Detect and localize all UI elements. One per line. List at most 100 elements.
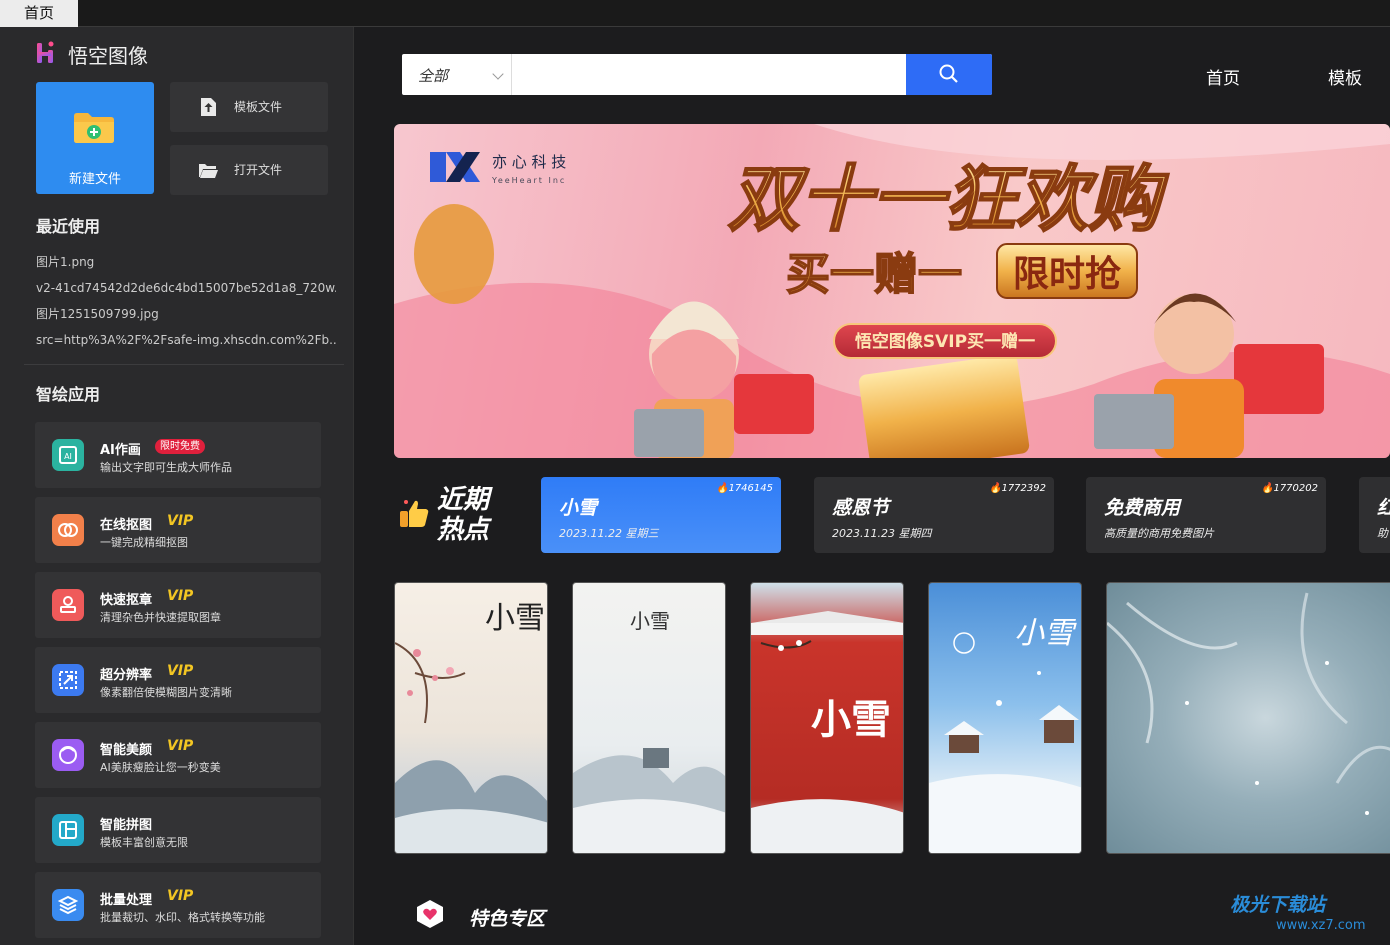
vip-badge: VIP: [167, 738, 194, 754]
app-desc: AI美肤瘦脸让您一秒变美: [100, 761, 221, 774]
upload-file-icon: [201, 98, 216, 116]
hot-card-count: 🔥1772392: [989, 483, 1046, 494]
recent-file-item[interactable]: 图片1.png: [36, 253, 336, 279]
banner-ribbon-text: 悟空图像SVIP买一赠一: [855, 331, 1035, 352]
poster-artwork: 小雪: [573, 609, 725, 853]
stamp-icon: [52, 589, 84, 621]
poster-title: 小雪: [811, 696, 891, 743]
poster-artwork: 小雪: [395, 601, 547, 853]
collage-icon: [52, 814, 84, 846]
poster-title: 小雪: [630, 609, 670, 633]
search-bar: 全部: [402, 54, 992, 95]
hot-card-count-value: 1772392: [1001, 483, 1046, 494]
folder-add-icon: [74, 113, 114, 143]
poster-title: 小雪: [485, 601, 545, 636]
hot-card-count-value: 1746145: [728, 483, 773, 494]
app-stamp-extract[interactable]: 快速抠章 VIP 清理杂色并快速提取图章: [35, 572, 321, 638]
sidebar-divider: [24, 364, 344, 365]
flame-icon: 🔥: [1261, 483, 1274, 494]
apps-title: 智绘应用: [36, 385, 101, 404]
hot-card-name: 感恩节: [832, 497, 890, 519]
app-desc: 批量裁切、水印、格式转换等功能: [100, 911, 265, 924]
banner-sub-right: 限时抢: [1013, 253, 1122, 295]
template-file-button[interactable]: 模板文件: [170, 82, 328, 132]
banner-headline: 双十一狂欢购: [728, 157, 1169, 241]
app-logo-icon: [37, 41, 54, 63]
recent-file-item[interactable]: src=http%3A%2F%2Fsafe-img.xhscdn.com%2Fb…: [36, 331, 336, 357]
poster-card[interactable]: [1106, 582, 1390, 854]
recent-title: 最近使用: [36, 217, 101, 236]
free-badge: 限时免费: [155, 439, 205, 454]
poster-card[interactable]: 小雪: [394, 582, 548, 854]
hot-title: 近期 热点: [437, 485, 489, 545]
hot-card[interactable]: 红 助: [1359, 477, 1390, 553]
nav-home[interactable]: 首页: [1206, 64, 1240, 89]
nav-template[interactable]: 模板: [1328, 64, 1362, 89]
hot-card[interactable]: 感恩节 2023.11.23 星期四 🔥1772392: [814, 477, 1054, 553]
hot-title-line1: 近期: [437, 485, 490, 515]
sidebar: 悟空图像 新建文件 模板文件 打开文件 最近使用 图片1.png v2-41cd…: [0, 27, 354, 945]
app-desc: 像素翻倍使模糊图片变清晰: [100, 686, 232, 699]
app-desc: 清理杂色并快速提取图章: [100, 611, 221, 624]
flame-icon: 🔥: [989, 483, 1002, 494]
app-name: 在线抠图: [100, 518, 153, 533]
hot-card-date: 2023.11.23 星期四: [832, 527, 932, 540]
recent-file-item[interactable]: v2-41cd74542d2de6dc4bd15007be52d1a8_720w…: [36, 279, 336, 305]
vip-badge: VIP: [167, 513, 194, 529]
search-icon: [939, 64, 958, 83]
search-button[interactable]: [906, 54, 992, 95]
app-batch-process[interactable]: 批量处理 VIP 批量裁切、水印、格式转换等功能: [35, 872, 321, 938]
chevron-down-icon: [492, 68, 504, 80]
banner-artwork: 亦 心 科 技 YeeHeart Inc 双十一狂欢购 买一赠一 限时抢 悟空图…: [394, 124, 1390, 458]
svg-text:AI: AI: [64, 452, 72, 461]
app-name: 批量处理: [100, 893, 153, 908]
search-input[interactable]: [513, 54, 906, 95]
hot-card-count-value: 1770202: [1273, 483, 1318, 494]
poster-card[interactable]: 小雪: [572, 582, 726, 854]
hot-card[interactable]: 免费商用 高质量的商用免费图片 🔥1770202: [1086, 477, 1326, 553]
poster-card[interactable]: 小雪: [750, 582, 904, 854]
poster-card[interactable]: 小雪: [928, 582, 1082, 854]
app-smart-collage[interactable]: 智能拼图 模板丰富创意无限: [35, 797, 321, 863]
app-name: 快速抠章: [100, 593, 153, 608]
hot-card-date: 2023.11.22 星期三: [559, 527, 659, 540]
app-title: 悟空图像: [68, 44, 148, 68]
banner-sub-left: 买一赠一: [786, 249, 962, 300]
thumbs-up-icon: [400, 500, 429, 527]
open-file-button[interactable]: 打开文件: [170, 145, 328, 195]
banner-brand-cn: 亦 心 科 技: [492, 153, 566, 171]
search-scope-select[interactable]: 全部: [402, 54, 512, 95]
new-file-button[interactable]: 新建文件: [36, 82, 154, 194]
hot-card-name: 小雪: [559, 497, 598, 519]
banner-brand-en: YeeHeart Inc: [491, 176, 566, 185]
ai-paint-icon: AI: [52, 439, 84, 471]
app-ai-paint[interactable]: AI AI作画 限时免费 输出文字即可生成大师作品: [35, 422, 321, 488]
tab-bar: 首页: [0, 0, 1390, 27]
folder-open-icon: [199, 164, 218, 178]
recent-list: 图片1.png v2-41cd74542d2de6dc4bd15007be52d…: [36, 253, 336, 357]
vip-badge: VIP: [167, 888, 194, 904]
vip-badge: VIP: [167, 588, 194, 604]
feature-section-title: 特色专区: [469, 908, 546, 930]
app-online-cutout[interactable]: 在线抠图 VIP 一键完成精细抠图: [35, 497, 321, 563]
app-super-resolution[interactable]: 超分辨率 VIP 像素翻倍使模糊图片变清晰: [35, 647, 321, 713]
tab-home[interactable]: 首页: [0, 0, 78, 27]
hot-card-count: 🔥1770202: [1261, 483, 1318, 494]
promo-banner[interactable]: 亦 心 科 技 YeeHeart Inc 双十一狂欢购 买一赠一 限时抢 悟空图…: [394, 124, 1390, 458]
heart-badge-icon: [417, 900, 443, 928]
recent-file-item[interactable]: 图片1251509799.jpg: [36, 305, 336, 331]
app-smart-beauty[interactable]: 智能美颜 VIP AI美肤瘦脸让您一秒变美: [35, 722, 321, 788]
hot-card-date: 助: [1377, 527, 1388, 540]
poster-artwork: 小雪: [929, 616, 1081, 853]
app-name: AI作画: [100, 443, 141, 458]
beauty-icon: [52, 739, 84, 771]
cutout-icon: [52, 514, 84, 546]
batch-icon: [52, 889, 84, 921]
app-name: 超分辨率: [100, 668, 153, 683]
super-resolution-icon: [52, 664, 84, 696]
hot-card-date: 高质量的商用免费图片: [1104, 527, 1214, 540]
watermark-url: www.xz7.com: [1276, 918, 1366, 933]
new-file-label: 新建文件: [68, 172, 121, 187]
hot-card[interactable]: 小雪 2023.11.22 星期三 🔥1746145: [541, 477, 781, 553]
template-file-label: 模板文件: [234, 100, 283, 114]
